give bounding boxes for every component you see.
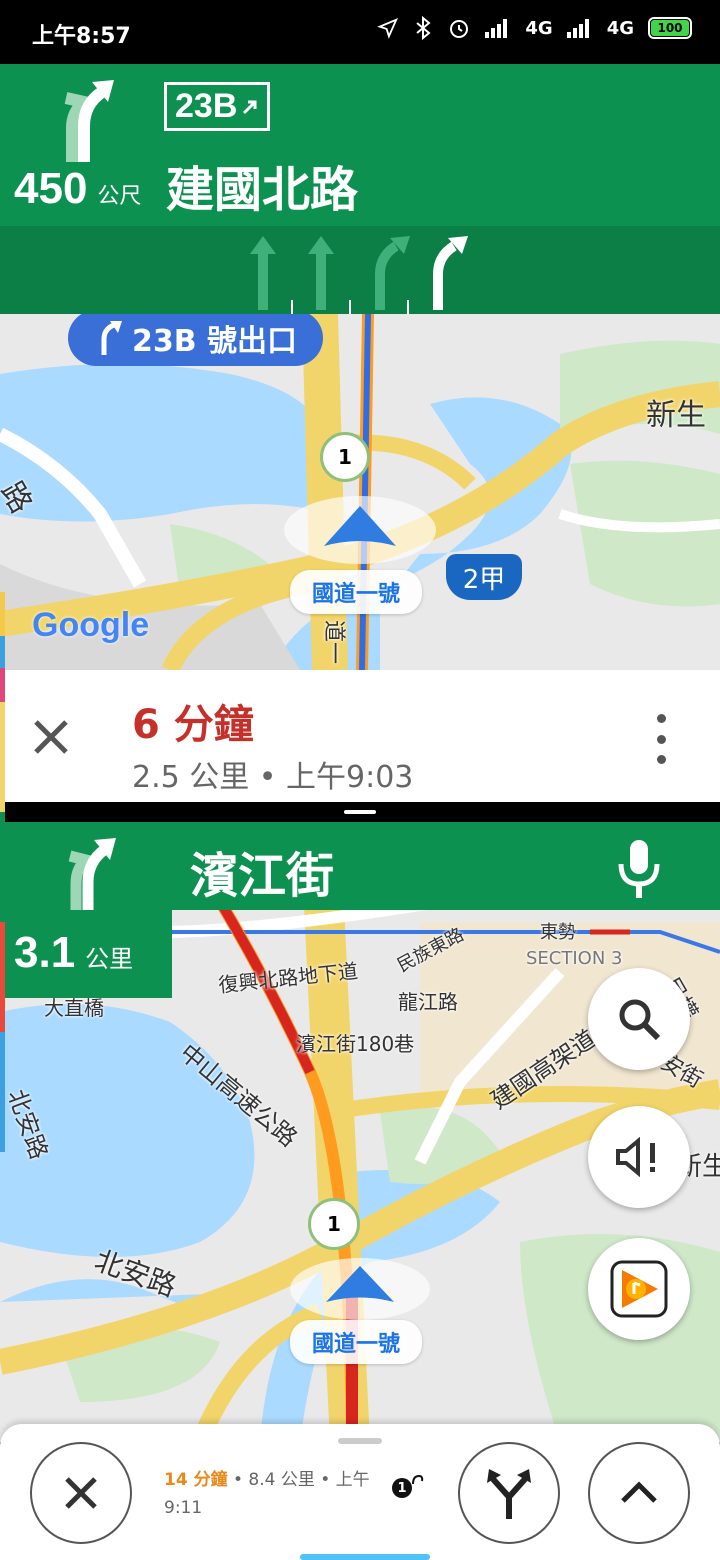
eta-card: 6 分鐘 2.5 公里 • 上午9:03: [0, 670, 720, 802]
search-icon: [619, 999, 661, 1041]
exit-number: 23B: [175, 87, 238, 125]
distance-value: 450: [14, 164, 88, 213]
lane-guidance: [0, 226, 720, 314]
exit-arrow-icon: [243, 100, 257, 114]
edge-strip: [0, 592, 5, 1152]
highway-name-label: 國道一號: [290, 570, 423, 614]
next-street-name: 建國北路: [166, 162, 359, 218]
map-view-top[interactable]: 23B 號出口 新生 路 1 2甲 國道一號 道一 Google: [0, 314, 720, 670]
battery-level: 100: [651, 20, 689, 36]
map-label-longjiang: 龍江路: [398, 990, 458, 1014]
exit-callout-label: 23B 號出口: [132, 324, 298, 359]
turn-arrow-icon: [101, 321, 122, 355]
turn-slight-right-icon: [68, 838, 116, 916]
volume-alert-icon: [616, 1137, 655, 1177]
trip-minutes: 14 分鐘: [164, 1470, 228, 1490]
map-label-binjiang-180: 濱江街180巷: [296, 1032, 415, 1056]
signal-icon: [485, 19, 508, 38]
battery-icon: 100: [648, 17, 692, 39]
bluetooth-icon: [416, 16, 431, 40]
distance-unit: 公尺: [97, 184, 142, 209]
more-options-button[interactable]: [646, 714, 676, 764]
next-street-name-2: 濱江街: [190, 848, 335, 904]
maneuver-distance-2: 3.1 公里: [14, 928, 133, 978]
dot-icon: [656, 755, 666, 764]
play-music-button[interactable]: [588, 1238, 690, 1340]
google-play-music-icon: [610, 1260, 668, 1318]
signal-icon-2: [566, 19, 589, 38]
map-label-section3: SECTION 3: [526, 948, 623, 969]
search-button[interactable]: [588, 968, 690, 1070]
chevron-up-icon: [621, 1481, 657, 1503]
sound-alerts-button[interactable]: [588, 1106, 690, 1208]
navigation-header-2[interactable]: 濱江街: [0, 822, 720, 916]
navigation-arrow-icon: [324, 506, 396, 546]
close-icon: [34, 720, 68, 754]
drag-handle[interactable]: [338, 1438, 382, 1444]
exit-callout: 23B 號出口: [68, 314, 324, 366]
lane-arrows-icon: [250, 236, 468, 314]
map-label-dongshi: 東勢: [540, 922, 576, 943]
map-label-xinsheng: 新生: [646, 398, 706, 433]
maneuver-distance-box: 3.1 公里: [0, 910, 172, 998]
google-logo: Google: [32, 606, 149, 645]
speed-camera-indicator: 1: [392, 1474, 424, 1498]
status-time: 上午8:57: [32, 24, 131, 49]
route-shield-1: 1: [320, 432, 370, 482]
microphone-icon[interactable]: [616, 838, 662, 900]
alarm-icon: [450, 20, 469, 38]
eta-minutes: 6 分鐘: [132, 702, 254, 748]
trip-summary-bar[interactable]: 14 分鐘 • 8.4 公里 • 上午9:11 1: [0, 1424, 720, 1560]
status-bar: 上午8:57 4G 4G 100: [0, 0, 720, 64]
split-screen-divider[interactable]: [0, 802, 720, 822]
camera-count: 1: [392, 1478, 412, 1498]
route-shield-2: 1: [308, 1198, 360, 1250]
google-logo-text: Google: [32, 606, 150, 644]
provincial-shield: 2甲: [446, 554, 522, 600]
status-icons: 4G 4G 100: [377, 16, 692, 40]
info-curve-icon: [412, 1474, 424, 1485]
home-indicator: [300, 1554, 430, 1560]
network-type-1: 4G: [525, 17, 553, 39]
dot-icon: [656, 734, 666, 744]
navigation-arrow-icon: [326, 1266, 394, 1302]
network-type-2: 4G: [606, 17, 634, 39]
fork-route-icon: [487, 1469, 531, 1519]
distance-unit-2: 公里: [85, 945, 134, 973]
maneuver-distance: 450 公尺: [14, 164, 141, 214]
dot-icon: [656, 714, 666, 723]
close-icon: [65, 1477, 97, 1509]
navigation-header[interactable]: 450 公尺 23B 建國北路: [0, 64, 720, 226]
exit-badge: 23B: [164, 82, 271, 131]
highway-name-label-2: 國道一號: [290, 1320, 423, 1364]
map-label-vertical: 道一: [321, 619, 347, 665]
eta-details: 2.5 公里 • 上午9:03: [132, 760, 414, 795]
turn-slight-right-icon: [64, 80, 114, 162]
trip-summary-text: 14 分鐘 • 8.4 公里 • 上午9:11: [164, 1466, 384, 1522]
expand-button[interactable]: [588, 1442, 690, 1544]
divider-handle[interactable]: [344, 810, 376, 814]
alternate-routes-button[interactable]: [458, 1442, 560, 1544]
close-navigation-button[interactable]: [28, 714, 74, 760]
distance-value-2: 3.1: [14, 928, 76, 977]
exit-navigation-button[interactable]: [30, 1442, 132, 1544]
location-arrow-icon: [377, 18, 399, 39]
